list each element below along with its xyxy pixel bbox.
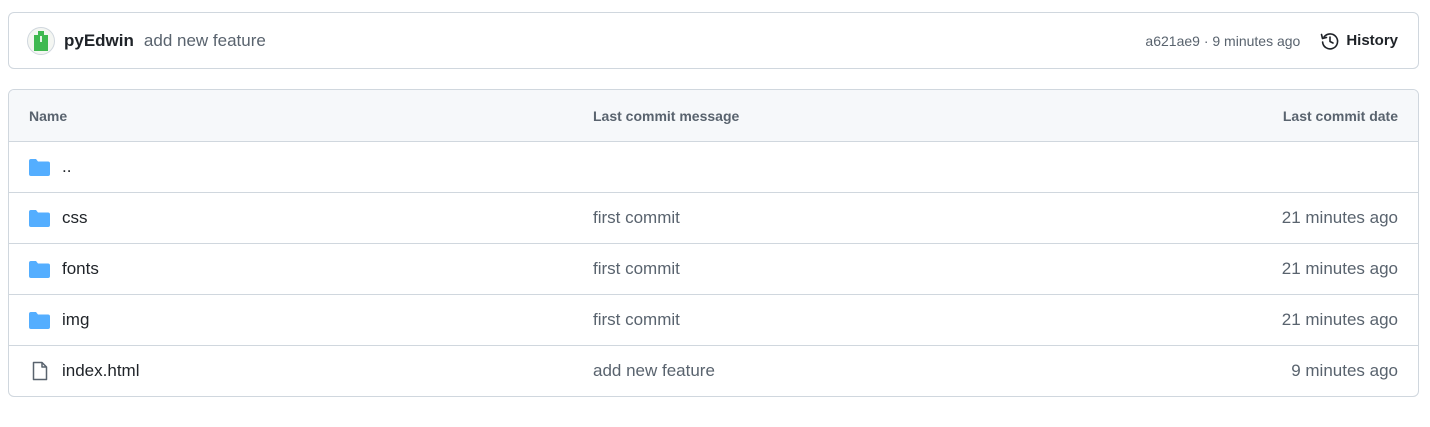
file-name-link[interactable]: css [62,208,88,228]
file-icon [29,361,50,381]
avatar-image [34,30,48,51]
history-label: History [1346,32,1398,49]
name-cell: fonts [29,259,593,279]
table-header: Name Last commit message Last commit dat… [9,90,1418,141]
commit-message-link[interactable]: add new feature [144,31,266,51]
commit-author-link[interactable]: pyEdwin [64,31,134,51]
file-name-link[interactable]: fonts [62,259,99,279]
header-message: Last commit message [593,107,740,124]
file-table: Name Last commit message Last commit dat… [8,89,1419,397]
header-name: Name [29,107,68,124]
file-name-link[interactable]: index.html [62,361,139,381]
history-button[interactable]: History [1320,31,1398,51]
folder-icon [29,158,50,176]
commit-message-cell[interactable]: first commit [593,208,1098,228]
latest-commit-bar: pyEdwin add new feature a621ae9 · 9 minu… [8,12,1419,69]
commit-date-cell: 9 minutes ago [1291,361,1398,380]
name-cell: index.html [29,361,593,381]
commit-date-cell: 21 minutes ago [1281,208,1398,227]
folder-icon [29,260,50,278]
name-cell: css [29,208,593,228]
table-row[interactable]: fonts first commit 21 minutes ago [9,243,1418,294]
table-row[interactable]: .. [9,141,1418,192]
file-name-link[interactable]: .. [62,157,71,177]
commit-message-cell[interactable]: add new feature [593,361,1098,381]
header-date: Last commit date [1282,107,1398,124]
history-icon [1321,32,1339,50]
commit-message-cell[interactable]: first commit [593,259,1098,279]
table-row[interactable]: index.html add new feature 9 minutes ago [9,345,1418,396]
file-name-link[interactable]: img [62,310,89,330]
folder-icon [29,209,50,227]
table-row[interactable]: img first commit 21 minutes ago [9,294,1418,345]
commit-date-cell: 21 minutes ago [1281,259,1398,278]
name-cell: img [29,310,593,330]
folder-icon [29,311,50,329]
commit-date-cell: 21 minutes ago [1281,310,1398,329]
name-cell: .. [29,157,593,177]
commit-sha-time[interactable]: a621ae9 · 9 minutes ago [1145,33,1300,49]
table-row[interactable]: css first commit 21 minutes ago [9,192,1418,243]
commit-message-cell[interactable]: first commit [593,310,1098,330]
avatar[interactable] [27,26,55,55]
